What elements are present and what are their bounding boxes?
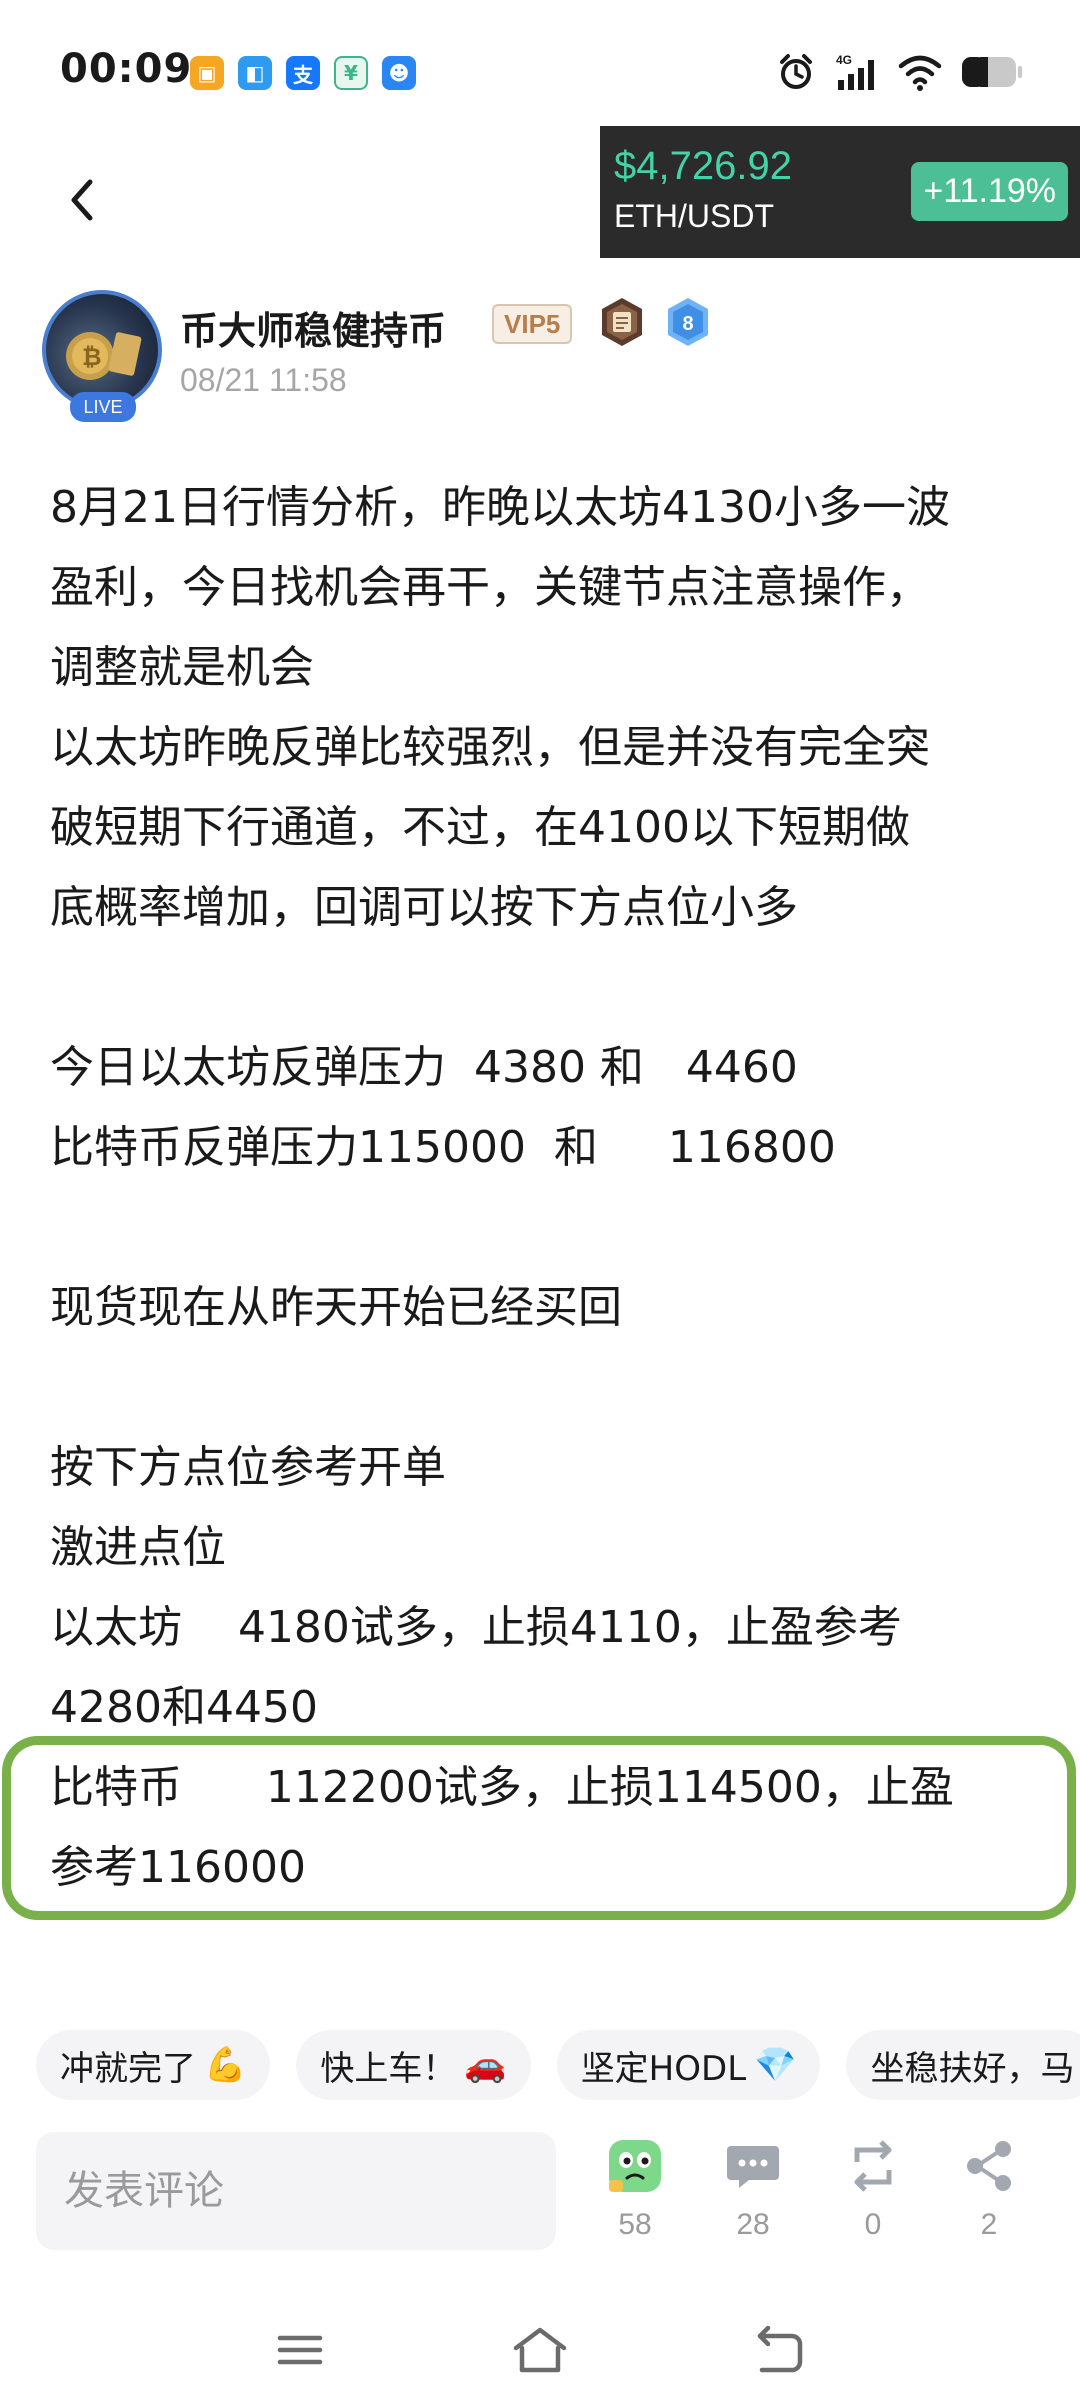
nav-back-button[interactable] (746, 2318, 810, 2382)
post-line: 今日以太坊反弹压力 4380 和 4460 (50, 1042, 798, 1093)
app-notif-green-icon: ¥ (334, 56, 368, 90)
network-label: 4G (836, 53, 852, 67)
back-button[interactable] (52, 170, 112, 230)
system-icons: 4G (776, 52, 1024, 92)
repost-button[interactable]: 0 (828, 2136, 918, 2242)
bitcoin-avatar-image: ₿ (66, 332, 142, 380)
reaction-chip-label: 坚定HODL (580, 2048, 747, 2089)
status-time: 00:09 (60, 46, 193, 92)
post-line: 比特币反弹压力115000 和 116800 (50, 1122, 836, 1173)
reaction-chip-label: 冲就完了 (60, 2048, 196, 2089)
car-icon: 🚗 (464, 2045, 507, 2085)
post-line: 调整就是机会 (50, 642, 314, 693)
ticker-change-badge: +11.19% (911, 162, 1068, 221)
share-icon (967, 2141, 1011, 2191)
wifi-icon (898, 55, 942, 91)
post-line: 激进点位 (50, 1522, 226, 1573)
comment-icon (727, 2146, 779, 2188)
like-button[interactable]: 58 (590, 2136, 680, 2242)
reaction-chip[interactable]: 快上车！ 🚗 (296, 2030, 531, 2100)
emoji-reaction-icon (609, 2140, 661, 2192)
like-count: 58 (618, 2208, 652, 2241)
author-name[interactable]: 币大师稳健持币 (180, 300, 446, 355)
battery-icon (962, 57, 1022, 87)
live-badge: LIVE (70, 392, 136, 422)
repost-count: 0 (864, 2208, 882, 2241)
app-notif-orange-icon: ▣ (190, 56, 224, 90)
alipay-icon: 支 (286, 56, 320, 90)
nav-menu-button[interactable] (268, 2318, 332, 2382)
post-line: 以太坊 4180试多，止损4110，止盈参考 (50, 1602, 902, 1653)
status-bar: 00:09 ▣ ◧ 支 ¥ ☻ 4G (0, 0, 1080, 140)
vip-badge: VIP5 (492, 304, 573, 344)
post-content: 8月21日行情分析，昨晚以太坊4130小多一波 盈利，今日找机会再干，关键节点注… (50, 468, 1040, 1908)
post-line: 以太坊昨晚反弹比较强烈，但是并没有完全突 (50, 722, 930, 773)
nav-home-button[interactable] (508, 2318, 572, 2382)
comment-count: 28 (736, 2208, 770, 2241)
reaction-chips: 冲就完了 💪 快上车！ 🚗 坚定HODL 💎 坐稳扶好，马 (36, 2030, 1080, 2100)
reaction-chip[interactable]: 坚定HODL 💎 (556, 2030, 821, 2100)
gem-icon: 💎 (754, 2045, 797, 2085)
reaction-chip-label: 坐稳扶好，马 (870, 2048, 1075, 2089)
repost-icon (854, 2140, 892, 2192)
cellular-signal-icon: 4G (836, 53, 874, 90)
reaction-chip[interactable]: 坐稳扶好，马 (846, 2030, 1080, 2100)
post-line: 按下方点位参考开单 (50, 1442, 446, 1493)
post-blank-line (50, 948, 1040, 1028)
post-line: 现货现在从昨天开始已经买回 (50, 1282, 622, 1333)
post-line: 盈利，今日找机会再干，关键节点注意操作， (50, 562, 930, 613)
ticker-price: $4,726.92 (614, 144, 792, 188)
share-count: 2 (980, 2208, 998, 2241)
home-icon (513, 2327, 567, 2373)
post-line: 8月21日行情分析，昨晚以太坊4130小多一波 (50, 482, 950, 533)
app-notif-robot-icon: ☻ (382, 56, 416, 90)
post-blank-line (50, 1348, 1040, 1428)
price-ticker[interactable]: $4,726.92 ETH/USDT +11.19% (600, 126, 1080, 258)
comment-button[interactable]: 28 (708, 2136, 798, 2242)
svg-text:₿: ₿ (82, 343, 102, 371)
flexed-biceps-icon: 💪 (204, 2045, 247, 2085)
share-button[interactable]: 2 (944, 2136, 1034, 2242)
highlight-annotation-box (2, 1736, 1076, 1920)
post-blank-line (50, 1188, 1040, 1268)
navigation-bar (0, 2300, 1080, 2400)
comment-input[interactable]: 发表评论 (36, 2132, 556, 2250)
app-notif-blue-icon: ◧ (238, 56, 272, 90)
chevron-left-icon (71, 179, 93, 221)
post-line: 破短期下行通道，不过，在4100以下短期做 (50, 802, 910, 853)
scroll-badge-icon (602, 298, 642, 346)
post-line: 底概率增加，回调可以按下方点位小多 (50, 882, 798, 933)
post-time: 08/21 11:58 (180, 362, 347, 398)
notification-icons: ▣ ◧ 支 ¥ ☻ (190, 56, 416, 90)
rank-badge-icon: 8 (668, 298, 708, 346)
menu-icon (277, 2335, 323, 2365)
reaction-chip[interactable]: 冲就完了 💪 (36, 2030, 271, 2100)
ticker-pair: ETH/USDT (614, 198, 774, 234)
rank-number: 8 (682, 313, 693, 335)
alarm-icon (780, 54, 812, 89)
reaction-chip-label: 快上车！ (320, 2048, 457, 2089)
back-arrow-icon (757, 2326, 803, 2373)
